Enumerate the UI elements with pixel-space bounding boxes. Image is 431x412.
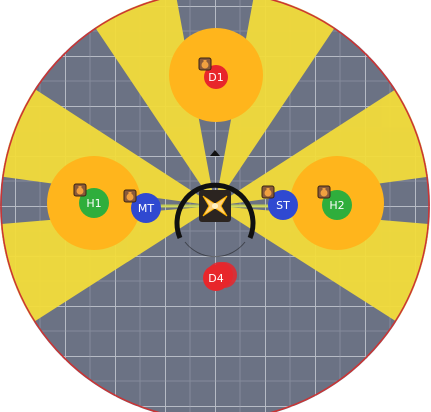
- player-label: ST: [276, 199, 290, 212]
- player-label: D4: [208, 272, 223, 285]
- player-label: H1: [86, 197, 101, 210]
- bag-debuff-icon: [123, 189, 137, 203]
- player-label: H2: [329, 199, 344, 212]
- bag-debuff-icon: [261, 185, 275, 199]
- bag-debuff-icon: [198, 57, 212, 71]
- bag-debuff-icon: [317, 185, 331, 199]
- arena-diagram: D1 H1 MT ST H2 D4: [0, 0, 431, 412]
- player-label: MT: [138, 202, 154, 215]
- boss-emblem-center: [212, 203, 218, 209]
- player-label: D1: [208, 71, 223, 84]
- arena-svg: D1 H1 MT ST H2 D4: [0, 0, 430, 412]
- bag-debuff-icon: [73, 183, 87, 197]
